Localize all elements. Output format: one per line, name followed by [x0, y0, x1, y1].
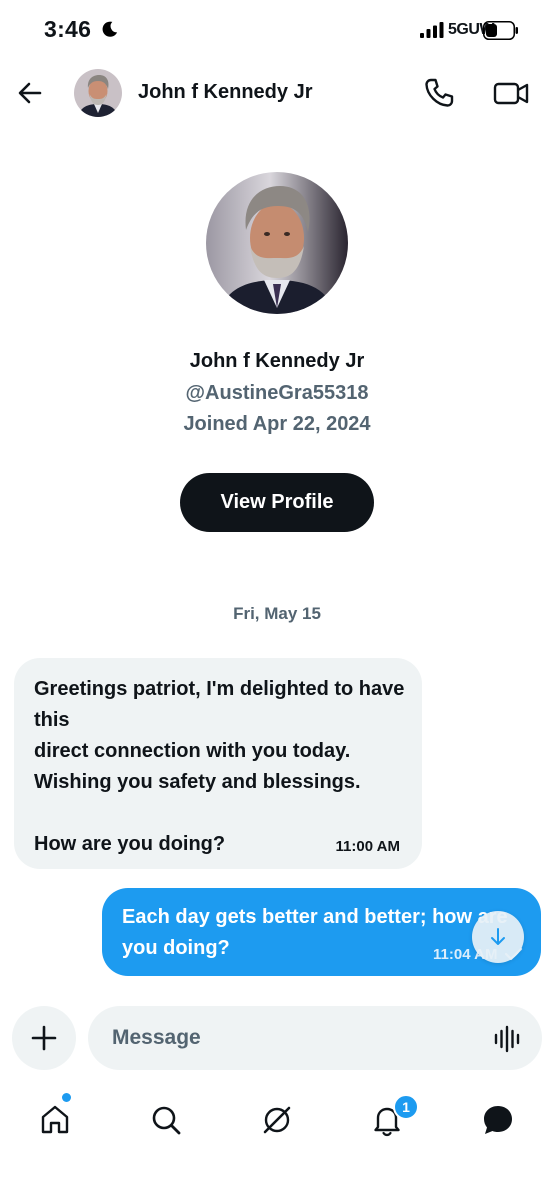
nav-search[interactable] [146, 1100, 186, 1140]
message-composer [88, 1006, 542, 1070]
arrow-down-icon [491, 928, 505, 945]
moon-icon [102, 21, 118, 37]
add-attachment-button[interactable] [12, 1006, 76, 1070]
profile-name: John f Kennedy Jr [189, 350, 365, 372]
scroll-to-bottom-button[interactable] [472, 911, 524, 963]
cellular-signal-icon [420, 22, 444, 38]
plus-icon [31, 1025, 57, 1051]
header-contact-name[interactable]: John f Kennedy Jr [138, 81, 312, 104]
incoming-message-bubble[interactable]: Greetings patriot, I'm delighted to have… [14, 658, 422, 869]
back-arrow-icon[interactable] [14, 76, 48, 110]
message-input[interactable] [112, 1006, 472, 1070]
message-timestamp: 11:00 AM [335, 838, 400, 855]
status-time: 3:46 [44, 16, 92, 42]
chat-bubble-icon [484, 1106, 512, 1134]
voice-waveform-icon[interactable] [492, 1024, 522, 1054]
profile-joined-date: Joined Apr 22, 2024 [183, 413, 371, 435]
video-call-icon[interactable] [492, 76, 530, 110]
profile-avatar[interactable] [206, 172, 348, 314]
message-text: Greetings patriot, I'm delighted to have… [34, 678, 405, 855]
status-bar: 3:46 5GUW [0, 0, 554, 60]
search-icon [152, 1106, 181, 1135]
person-portrait-icon [74, 69, 122, 117]
person-portrait-icon [206, 172, 348, 314]
home-icon [41, 1105, 69, 1134]
view-profile-button[interactable]: View Profile [180, 473, 374, 532]
battery-icon [483, 21, 518, 40]
nav-home[interactable] [35, 1100, 75, 1140]
bottom-navigation: 1 [0, 1090, 554, 1150]
nav-grok[interactable] [257, 1100, 297, 1140]
notifications-badge: 1 [393, 1094, 419, 1120]
nav-messages[interactable] [478, 1100, 518, 1140]
header-avatar[interactable] [74, 69, 122, 117]
phone-call-icon[interactable] [422, 76, 456, 110]
grok-icon [263, 1106, 291, 1134]
profile-handle: @AustineGra55318 [185, 382, 369, 404]
date-separator: Fri, May 15 [233, 604, 321, 623]
home-unread-dot [62, 1093, 71, 1102]
chat-header: John f Kennedy Jr [0, 60, 554, 130]
